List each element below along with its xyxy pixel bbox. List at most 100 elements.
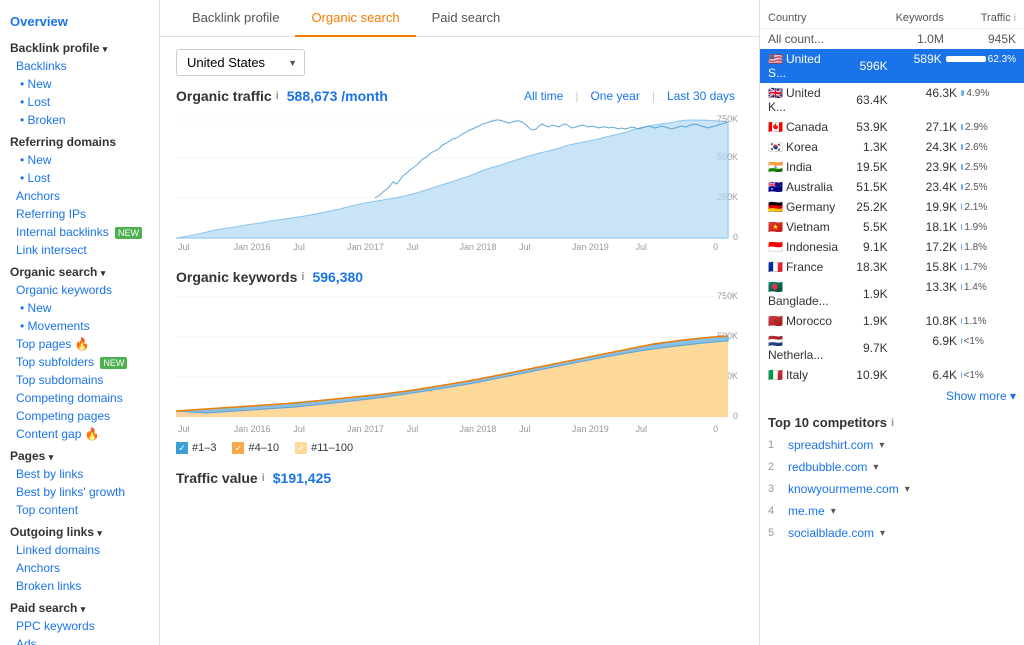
legend-checkbox-4-10[interactable]: ✓ [232, 442, 244, 454]
sidebar-item-new-referring[interactable]: New [0, 151, 159, 169]
competitors-title: Top 10 competitors i [760, 407, 1024, 434]
organic-traffic-label: Organic traffic [176, 88, 272, 104]
sidebar-item-linked-domains[interactable]: Linked domains [0, 541, 159, 559]
table-row[interactable]: 🇩🇪Germany 25.2K 19.9K 2.1% [760, 197, 1024, 217]
competitor-item[interactable]: 4 me.me ▾ [768, 500, 1016, 522]
sidebar-item-referring-ips[interactable]: Referring IPs [0, 205, 159, 223]
sidebar-item-lost-backlinks[interactable]: Lost [0, 93, 159, 111]
table-row[interactable]: 🇲🇦Morocco 1.9K 10.8K 1.1% [760, 311, 1024, 331]
tab-backlink-profile[interactable]: Backlink profile [176, 0, 295, 37]
competitor-dropdown-icon[interactable]: ▾ [873, 462, 878, 473]
sidebar-item-broken-links[interactable]: Broken links [0, 577, 159, 595]
table-row[interactable]: 🇺🇸United S... 596K 589K 62.3% [760, 49, 1024, 83]
sidebar-section-referring-domains[interactable]: Referring domains [0, 129, 159, 151]
time-filter-all[interactable]: All time [524, 89, 563, 103]
country-name: 🇮🇩Indonesia [760, 237, 848, 257]
keywords-chart-svg: 750K 500K 250K 0 Jul Jan 2016 [176, 287, 743, 437]
country-traffic: 15.8K 1.7% [896, 257, 1024, 277]
country-keywords: 1.9K [848, 311, 895, 331]
sidebar-section-organic-search[interactable]: Organic search ▾ [0, 259, 159, 281]
svg-text:Jan 2019: Jan 2019 [572, 424, 609, 434]
competitor-dropdown-icon[interactable]: ▾ [831, 506, 836, 517]
competitor-dropdown-icon[interactable]: ▾ [880, 528, 885, 539]
competitor-item[interactable]: 2 redbubble.com ▾ [768, 456, 1016, 478]
sidebar-item-link-intersect[interactable]: Link intersect [0, 241, 159, 259]
country-flag: 🇮🇳 [768, 160, 783, 174]
country-select-wrap[interactable]: United States All countries United Kingd… [176, 49, 305, 76]
legend-checkbox-1-3[interactable]: ✓ [176, 442, 188, 454]
sidebar-item-best-by-links[interactable]: Best by links [0, 465, 159, 483]
col-traffic: Traffic i [952, 8, 1024, 29]
sidebar-section-backlink-profile[interactable]: Backlink profile ▾ [0, 35, 159, 57]
sidebar-section-paid-search[interactable]: Paid search ▾ [0, 595, 159, 617]
table-row[interactable]: 🇮🇩Indonesia 9.1K 17.2K 1.8% [760, 237, 1024, 257]
legend-item-4-10[interactable]: ✓ #4–10 [232, 442, 279, 454]
table-row[interactable]: 🇮🇹Italy 10.9K 6.4K <1% [760, 365, 1024, 385]
sidebar-section-outgoing-links[interactable]: Outgoing links ▾ [0, 519, 159, 541]
svg-text:Jul: Jul [407, 242, 418, 250]
competitor-dropdown-icon[interactable]: ▾ [905, 484, 910, 495]
country-name: 🇦🇺Australia [760, 177, 848, 197]
table-row[interactable]: 🇧🇩Banglade... 1.9K 13.3K 1.4% [760, 277, 1024, 311]
sidebar-item-lost-referring[interactable]: Lost [0, 169, 159, 187]
competitor-item[interactable]: 3 knowyourmeme.com ▾ [768, 478, 1016, 500]
legend-checkbox-11-100[interactable]: ✓ [295, 442, 307, 454]
show-more-button[interactable]: Show more ▾ [760, 385, 1024, 407]
sidebar-item-best-by-links-growth[interactable]: Best by links' growth [0, 483, 159, 501]
sidebar-item-movements[interactable]: Movements [0, 317, 159, 335]
table-row[interactable]: 🇨🇦Canada 53.9K 27.1K 2.9% [760, 117, 1024, 137]
table-row[interactable]: 🇬🇧United K... 63.4K 46.3K 4.9% [760, 83, 1024, 117]
competitor-dropdown-icon[interactable]: ▾ [879, 440, 884, 451]
sidebar-item-content-gap[interactable]: Content gap 🔥 [0, 425, 159, 443]
country-name: 🇬🇧United K... [760, 83, 848, 117]
sidebar-item-internal-backlinks[interactable]: Internal backlinks NEW [0, 223, 159, 241]
competitor-rank: 3 [768, 483, 782, 495]
country-name: 🇨🇦Canada [760, 117, 848, 137]
svg-text:Jan 2016: Jan 2016 [234, 242, 271, 250]
country-keywords: 5.5K [848, 217, 895, 237]
table-row[interactable]: 🇦🇺Australia 51.5K 23.4K 2.5% [760, 177, 1024, 197]
competitor-item[interactable]: 5 socialblade.com ▾ [768, 522, 1016, 544]
organic-traffic-value: 588,673 /month [287, 88, 388, 104]
competitor-item[interactable]: 1 spreadshirt.com ▾ [768, 434, 1016, 456]
sidebar-item-competing-pages[interactable]: Competing pages [0, 407, 159, 425]
table-row[interactable]: 🇮🇳India 19.5K 23.9K 2.5% [760, 157, 1024, 177]
time-filter-last-30[interactable]: Last 30 days [667, 89, 735, 103]
sidebar-item-ppc-keywords[interactable]: PPC keywords [0, 617, 159, 635]
country-keywords: 10.9K [848, 365, 895, 385]
sidebar-item-anchors[interactable]: Anchors [0, 187, 159, 205]
sidebar: Overview Backlink profile ▾ Backlinks Ne… [0, 0, 160, 645]
table-row[interactable]: 🇰🇷Korea 1.3K 24.3K 2.6% [760, 137, 1024, 157]
all-countries-traffic: 945K [952, 29, 1024, 50]
sidebar-item-broken-backlinks[interactable]: Broken [0, 111, 159, 129]
traffic-chart-svg: 750K 500K 250K 0 Jul Jan 2016 Jul Jan 20… [176, 110, 743, 250]
sidebar-item-new-organic[interactable]: New [0, 299, 159, 317]
legend-item-1-3[interactable]: ✓ #1–3 [176, 442, 216, 454]
table-row[interactable]: 🇫🇷France 18.3K 15.8K 1.7% [760, 257, 1024, 277]
sidebar-section-pages[interactable]: Pages ▾ [0, 443, 159, 465]
sidebar-item-organic-keywords[interactable]: Organic keywords [0, 281, 159, 299]
country-keywords: 63.4K [848, 83, 895, 117]
country-traffic: 19.9K 2.1% [896, 197, 1024, 217]
sidebar-item-top-pages[interactable]: Top pages 🔥 [0, 335, 159, 353]
svg-text:Jan 2016: Jan 2016 [234, 424, 271, 434]
sidebar-item-top-subfolders[interactable]: Top subfolders NEW [0, 353, 159, 371]
table-row[interactable]: 🇻🇳Vietnam 5.5K 18.1K 1.9% [760, 217, 1024, 237]
traffic-chart-container: 750K 500K 250K 0 Jul Jan 2016 Jul Jan 20… [176, 110, 743, 253]
sidebar-item-new-backlinks[interactable]: New [0, 75, 159, 93]
svg-text:750K: 750K [717, 291, 738, 301]
tab-paid-search[interactable]: Paid search [416, 0, 517, 37]
table-row-all-countries[interactable]: All count... 1.0M 945K [760, 29, 1024, 50]
tab-organic-search[interactable]: Organic search [295, 0, 415, 37]
sidebar-item-competing-domains[interactable]: Competing domains [0, 389, 159, 407]
country-select[interactable]: United States All countries United Kingd… [176, 49, 305, 76]
sidebar-item-top-subdomains[interactable]: Top subdomains [0, 371, 159, 389]
sidebar-item-top-content[interactable]: Top content [0, 501, 159, 519]
time-filter-one-year[interactable]: One year [590, 89, 639, 103]
table-row[interactable]: 🇳🇱Netherla... 9.7K 6.9K <1% [760, 331, 1024, 365]
sidebar-item-ads[interactable]: Ads [0, 635, 159, 645]
sidebar-item-outgoing-anchors[interactable]: Anchors [0, 559, 159, 577]
legend-item-11-100[interactable]: ✓ #11–100 [295, 442, 353, 454]
sidebar-item-backlinks[interactable]: Backlinks [0, 57, 159, 75]
sidebar-overview[interactable]: Overview [0, 8, 159, 35]
